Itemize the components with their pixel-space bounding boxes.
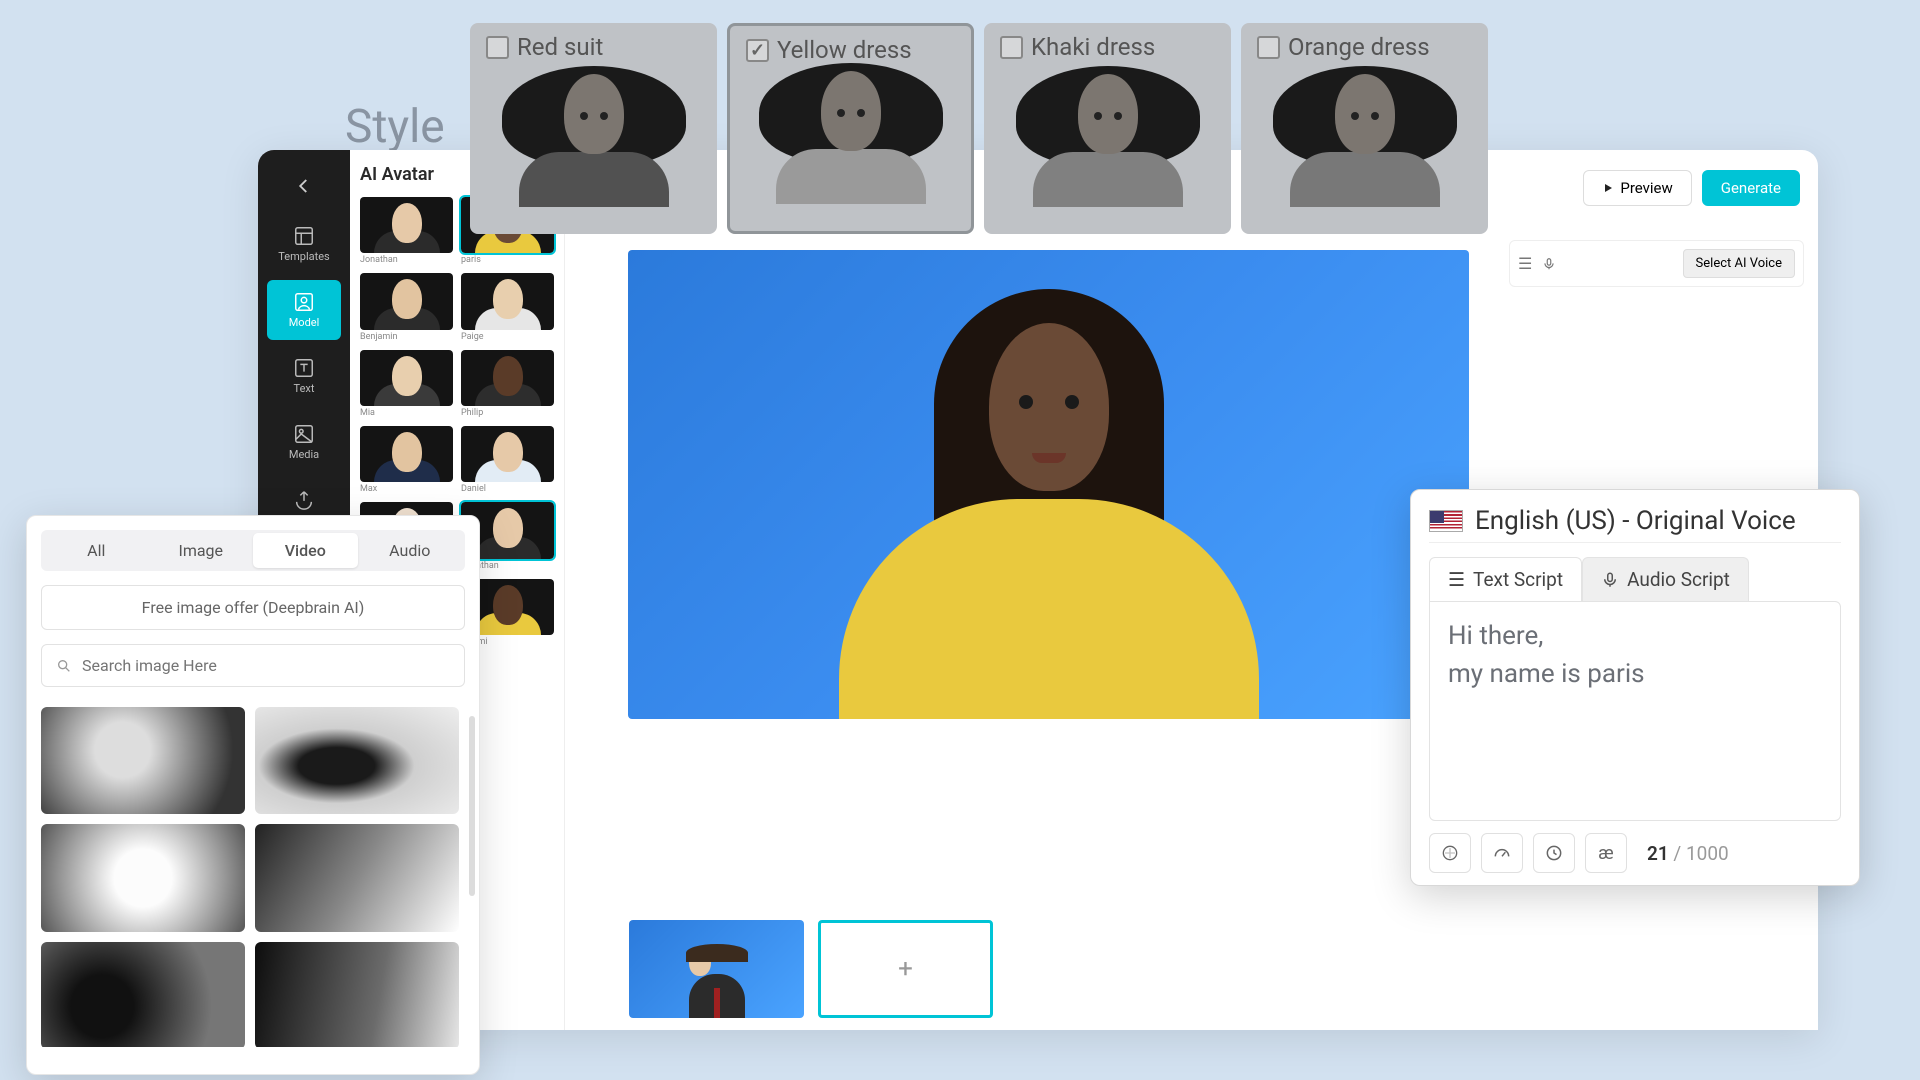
sidebar-item-templates[interactable]: Templates <box>267 214 341 274</box>
media-tab-video[interactable]: Video <box>253 533 358 568</box>
clock-icon <box>1544 843 1564 863</box>
avatar-name: Benjamin <box>360 332 453 342</box>
mic-icon[interactable] <box>1542 257 1556 271</box>
tab-audio-script[interactable]: Audio Script <box>1582 557 1749 601</box>
templates-icon <box>293 225 315 247</box>
media-item[interactable] <box>255 942 459 1047</box>
tab-label: Text Script <box>1473 568 1563 591</box>
style-card-label: Red suit <box>517 33 603 61</box>
checkbox-icon[interactable] <box>1000 36 1023 59</box>
style-card-label: Orange dress <box>1288 33 1430 61</box>
avatar-thumb-philip[interactable] <box>461 350 554 406</box>
sidebar-item-model[interactable]: Model <box>267 280 341 340</box>
avatar-thumb-paige[interactable] <box>461 273 554 329</box>
speed-button[interactable] <box>1481 833 1523 873</box>
preview-canvas[interactable] <box>628 250 1469 719</box>
play-icon <box>1602 182 1614 194</box>
media-tab-audio[interactable]: Audio <box>358 533 463 568</box>
sidebar-label: Model <box>289 316 320 329</box>
avatar-thumb-mia[interactable] <box>360 350 453 406</box>
media-item[interactable] <box>41 942 245 1047</box>
style-card-khaki-dress[interactable]: Khaki dress <box>984 23 1231 234</box>
search-icon <box>56 658 72 674</box>
media-item[interactable] <box>41 707 245 814</box>
avatar-thumb-benjamin[interactable] <box>360 273 453 329</box>
avatar-thumb-max[interactable] <box>360 426 453 482</box>
avatar-paris <box>819 279 1279 719</box>
media-tab-bar: All Image Video Audio <box>41 530 465 571</box>
preview-label: Preview <box>1620 179 1672 197</box>
slide-strip: + <box>629 920 993 1018</box>
us-flag-icon <box>1429 510 1463 532</box>
avatar-name: Mia <box>360 408 453 418</box>
avatar-name: Daniel <box>461 484 554 494</box>
sidebar-item-text[interactable]: Text <box>267 346 341 406</box>
checkbox-icon[interactable] <box>1257 36 1280 59</box>
avatar-thumb-jonathan[interactable] <box>360 197 453 253</box>
gauge-icon <box>1492 843 1512 863</box>
media-popover: All Image Video Audio Free image offer (… <box>26 515 480 1075</box>
asset-icon <box>293 489 315 511</box>
char-count: 21 / 1000 <box>1647 842 1729 865</box>
pause-button[interactable] <box>1533 833 1575 873</box>
scrollbar[interactable] <box>469 716 475 896</box>
voice-script-popover: English (US) - Original Voice ☰ Text Scr… <box>1410 489 1860 886</box>
free-offer-banner[interactable]: Free image offer (Deepbrain AI) <box>41 585 465 630</box>
generate-label: Generate <box>1721 179 1781 197</box>
text-icon <box>293 357 315 379</box>
avatar-name: Philip <box>461 408 554 418</box>
avatar-name: Jonathan <box>360 255 453 265</box>
avatar-name: Max <box>360 484 453 494</box>
media-tab-all[interactable]: All <box>44 533 149 568</box>
voice-mini-panel: ☰ Select AI Voice <box>1509 240 1804 287</box>
voice-language-label[interactable]: English (US) - Original Voice <box>1475 506 1796 536</box>
style-card-orange-dress[interactable]: Orange dress <box>1241 23 1488 234</box>
script-content: Hi there, my name is paris <box>1448 618 1822 693</box>
sidebar-label: Templates <box>278 250 329 263</box>
media-tab-image[interactable]: Image <box>149 533 254 568</box>
avatar-name: paris <box>461 255 554 265</box>
mic-icon <box>1601 571 1619 589</box>
style-card-yellow-dress[interactable]: Yellow dress <box>727 23 974 234</box>
avatar-name: Paige <box>461 332 554 342</box>
sidebar-label: Text <box>294 382 315 395</box>
generate-button[interactable]: Generate <box>1702 170 1800 206</box>
style-card-red-suit[interactable]: Red suit <box>470 23 717 234</box>
media-icon <box>293 423 315 445</box>
list-icon[interactable]: ☰ <box>1518 254 1532 273</box>
list-icon: ☰ <box>1448 568 1465 591</box>
plus-icon: + <box>898 954 913 984</box>
media-item[interactable] <box>255 824 459 931</box>
phonetic-button[interactable]: æ <box>1585 833 1627 873</box>
style-card-row: Red suit Yellow dress Khaki dress Orange… <box>470 23 1488 234</box>
script-textarea[interactable]: Hi there, my name is paris <box>1429 601 1841 821</box>
add-slide-button[interactable]: + <box>818 920 993 1018</box>
checkbox-icon[interactable] <box>486 36 509 59</box>
sparkle-icon <box>1440 843 1460 863</box>
tab-text-script[interactable]: ☰ Text Script <box>1429 557 1582 601</box>
avatar-thumb-daniel[interactable] <box>461 426 554 482</box>
checkbox-icon[interactable] <box>746 39 769 62</box>
media-item[interactable] <box>41 824 245 931</box>
sidebar-label: Media <box>289 448 319 461</box>
preview-button[interactable]: Preview <box>1583 170 1691 206</box>
slide-thumb-1[interactable] <box>629 920 804 1018</box>
tab-label: Audio Script <box>1627 568 1730 591</box>
select-voice-button[interactable]: Select AI Voice <box>1683 249 1795 278</box>
model-icon <box>293 291 315 313</box>
media-grid <box>41 707 465 1047</box>
ai-suggest-button[interactable] <box>1429 833 1471 873</box>
back-button[interactable] <box>282 164 326 208</box>
phonetic-icon: æ <box>1598 843 1613 864</box>
media-search[interactable] <box>41 644 465 687</box>
style-heading: Style <box>345 100 445 154</box>
topbar: Preview Generate <box>1583 170 1800 206</box>
media-search-input[interactable] <box>82 656 450 675</box>
sidebar-item-media[interactable]: Media <box>267 412 341 472</box>
style-card-label: Khaki dress <box>1031 33 1155 61</box>
style-card-label: Yellow dress <box>777 36 912 64</box>
media-item[interactable] <box>255 707 459 814</box>
